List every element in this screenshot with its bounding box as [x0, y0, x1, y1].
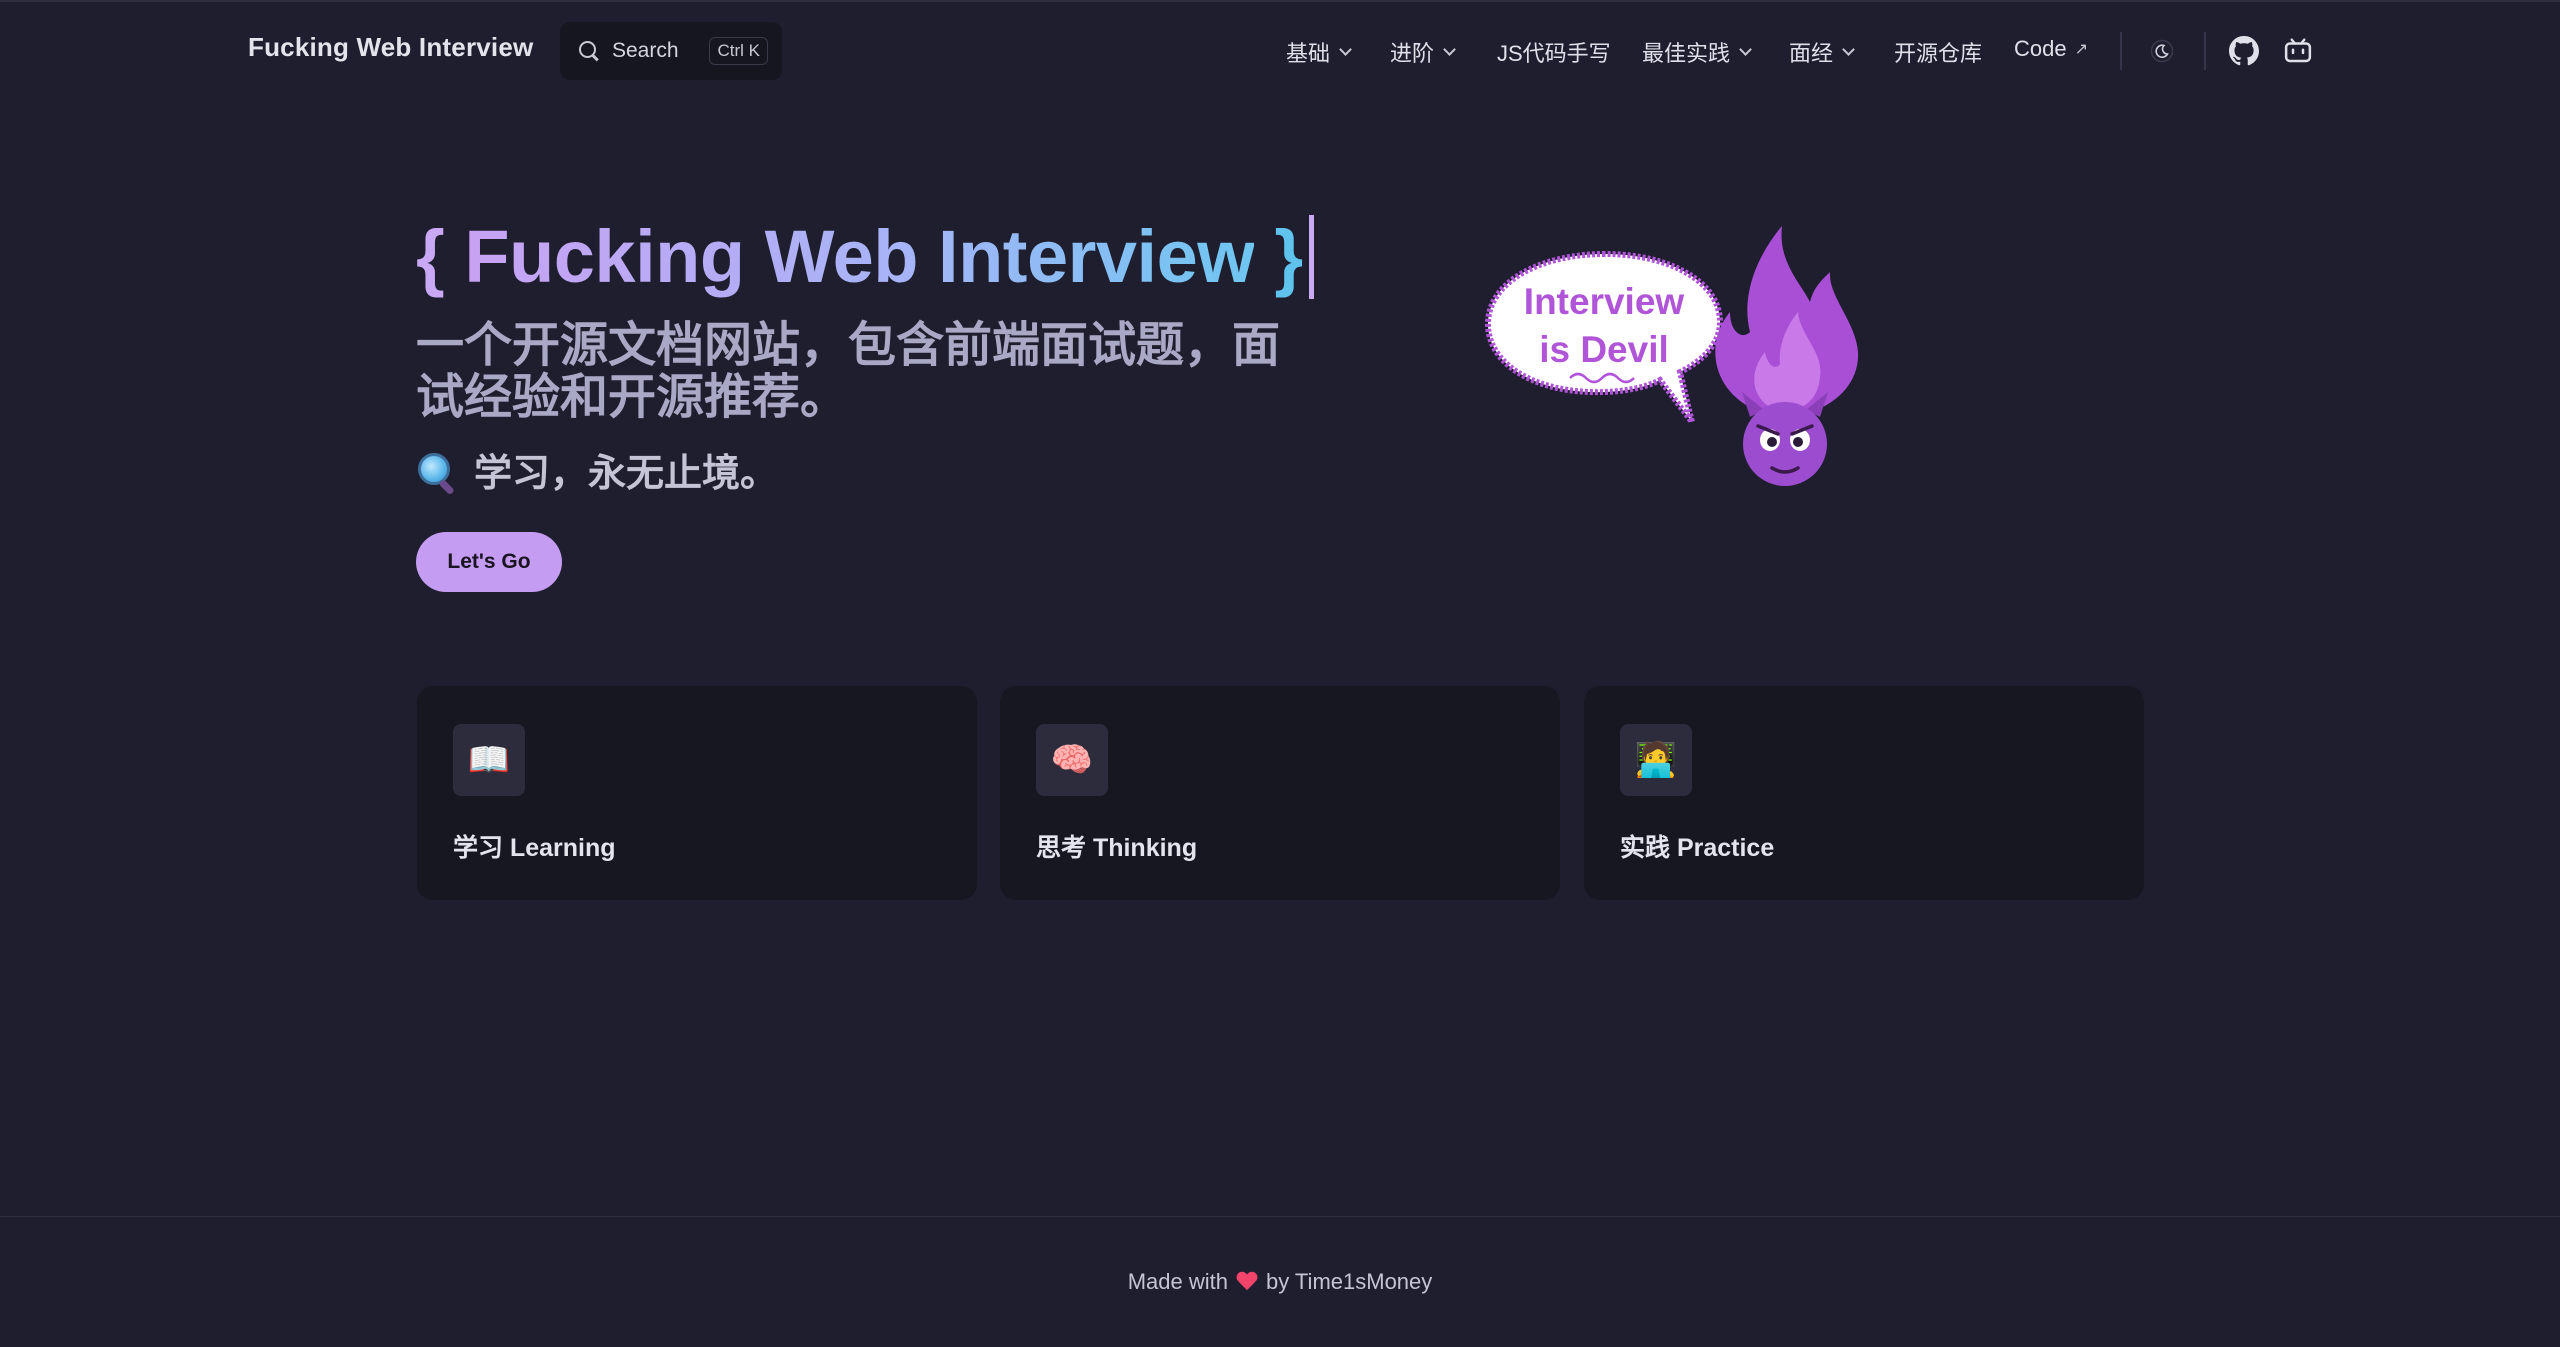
- search-icon: [578, 40, 600, 62]
- footer-message: Made with by Time1sMoney: [1127, 1269, 1433, 1294]
- feature-title: 学习 Learning: [453, 834, 616, 862]
- chevron-down-icon: [1443, 43, 1456, 56]
- external-link-icon: ↗: [2074, 41, 2088, 58]
- nav-item-basics[interactable]: 基础: [1286, 36, 1352, 68]
- feature-card-thinking: 🧠 思考 Thinking: [1000, 686, 1560, 900]
- technologist-icon: 🧑‍💻: [1620, 724, 1692, 796]
- page: Fucking Web Interview Search Ctrl K 基础 进…: [0, 0, 2560, 1347]
- search-label: Search: [612, 39, 679, 62]
- nav-item-advanced[interactable]: 进阶: [1390, 36, 1456, 68]
- github-link[interactable]: [2225, 32, 2263, 70]
- nav-item-code[interactable]: Code ↗: [2014, 36, 2088, 62]
- devil-face-icon: [1742, 392, 1828, 486]
- nav-divider: [2120, 32, 2122, 70]
- nav-item-interview-experience[interactable]: 面经: [1789, 36, 1855, 68]
- chevron-down-icon: [1739, 43, 1752, 56]
- bilibili-icon: [2284, 38, 2312, 63]
- bilibili-link[interactable]: [2279, 32, 2317, 70]
- theme-toggle[interactable]: [2143, 32, 2181, 70]
- magnifying-glass-icon: [416, 452, 456, 493]
- hero-title: { Fucking Web Interview }: [416, 214, 1314, 300]
- site-title[interactable]: Fucking Web Interview: [248, 32, 533, 63]
- nav-divider: [2204, 32, 2206, 70]
- bubble-line-2: is Devil: [1539, 329, 1669, 370]
- feature-title: 实践 Practice: [1620, 834, 1775, 862]
- open-book-icon: 📖: [453, 724, 525, 796]
- feature-card-practice: 🧑‍💻 实践 Practice: [1584, 686, 2144, 900]
- top-nav: Fucking Web Interview Search Ctrl K 基础 进…: [0, 2, 2560, 100]
- typing-caret: [1308, 215, 1314, 300]
- feature-title: 思考 Thinking: [1036, 834, 1198, 862]
- nav-item-best-practices[interactable]: 最佳实践: [1642, 36, 1752, 68]
- heart-icon: [1236, 1272, 1258, 1292]
- search-button[interactable]: Search Ctrl K: [560, 22, 782, 80]
- nav-item-js-handwriting[interactable]: JS代码手写: [1497, 36, 1611, 68]
- brain-icon: 🧠: [1036, 724, 1108, 796]
- footer: Made with by Time1sMoney: [0, 1216, 2560, 1347]
- moon-icon: [2150, 39, 2174, 63]
- nav-item-open-source-repo[interactable]: 开源仓库: [1894, 36, 1982, 68]
- bubble-line-1: Interview: [1524, 281, 1685, 322]
- lets-go-button[interactable]: Let's Go: [416, 532, 562, 592]
- chevron-down-icon: [1842, 43, 1855, 56]
- interview-devil-illustration: Interview is Devil: [1484, 226, 1859, 486]
- feature-card-learning: 📖 学习 Learning: [417, 686, 977, 900]
- hero-subtitle: 一个开源文档网站，包含前端面试题，面试经验和开源推荐。: [416, 319, 1281, 424]
- chevron-down-icon: [1339, 43, 1352, 56]
- github-icon: [2229, 36, 2259, 66]
- hero-tagline: 学习，永无止境。: [416, 442, 778, 497]
- search-shortcut: Ctrl K: [709, 37, 768, 65]
